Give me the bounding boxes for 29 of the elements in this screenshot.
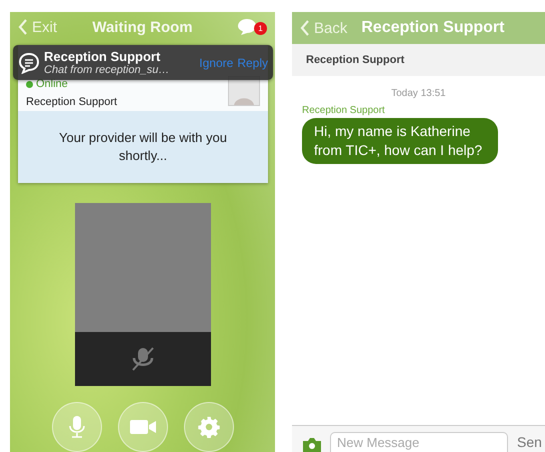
notification-action[interactable]: Ignore [199, 56, 234, 70]
contact-name: Reception Support [306, 54, 404, 66]
video-camera-icon [130, 418, 156, 436]
unread-badge: 1 [254, 22, 267, 35]
chevron-left-icon [18, 19, 28, 35]
speech-bubble-icon [237, 18, 257, 36]
chat-bubble-icon [18, 52, 40, 74]
message-bubble: Hi, my name is Katherine from TIC+, how can I help? [302, 118, 498, 164]
notification-subtitle: Chat from reception_su… [44, 64, 170, 76]
provider-name: Reception Support [26, 96, 118, 108]
camera-button[interactable] [118, 402, 168, 452]
back-button[interactable]: Back [300, 20, 348, 36]
status-label: Online [26, 78, 118, 90]
screen-title: Waiting Room [92, 18, 193, 36]
sender-name: Reception Support [302, 105, 385, 116]
chevron-left-icon [300, 20, 310, 36]
waiting-message: Your provider will be with you shortly... [58, 129, 228, 165]
message-time: Today 13:51 [391, 88, 446, 99]
chat-button[interactable]: 1 [237, 16, 267, 38]
exit-button[interactable]: Exit [18, 18, 78, 36]
microphone-button[interactable] [52, 402, 102, 452]
screen-title: Reception Support [361, 19, 504, 37]
send-button[interactable]: Sen [517, 432, 542, 452]
notification-title: Reception Support [44, 49, 162, 64]
settings-icon [198, 416, 220, 438]
notification-action[interactable]: Reply [237, 56, 268, 70]
settings-button[interactable] [184, 402, 234, 452]
message-input[interactable]: New Message [330, 432, 508, 452]
microphone-icon [68, 415, 84, 439]
